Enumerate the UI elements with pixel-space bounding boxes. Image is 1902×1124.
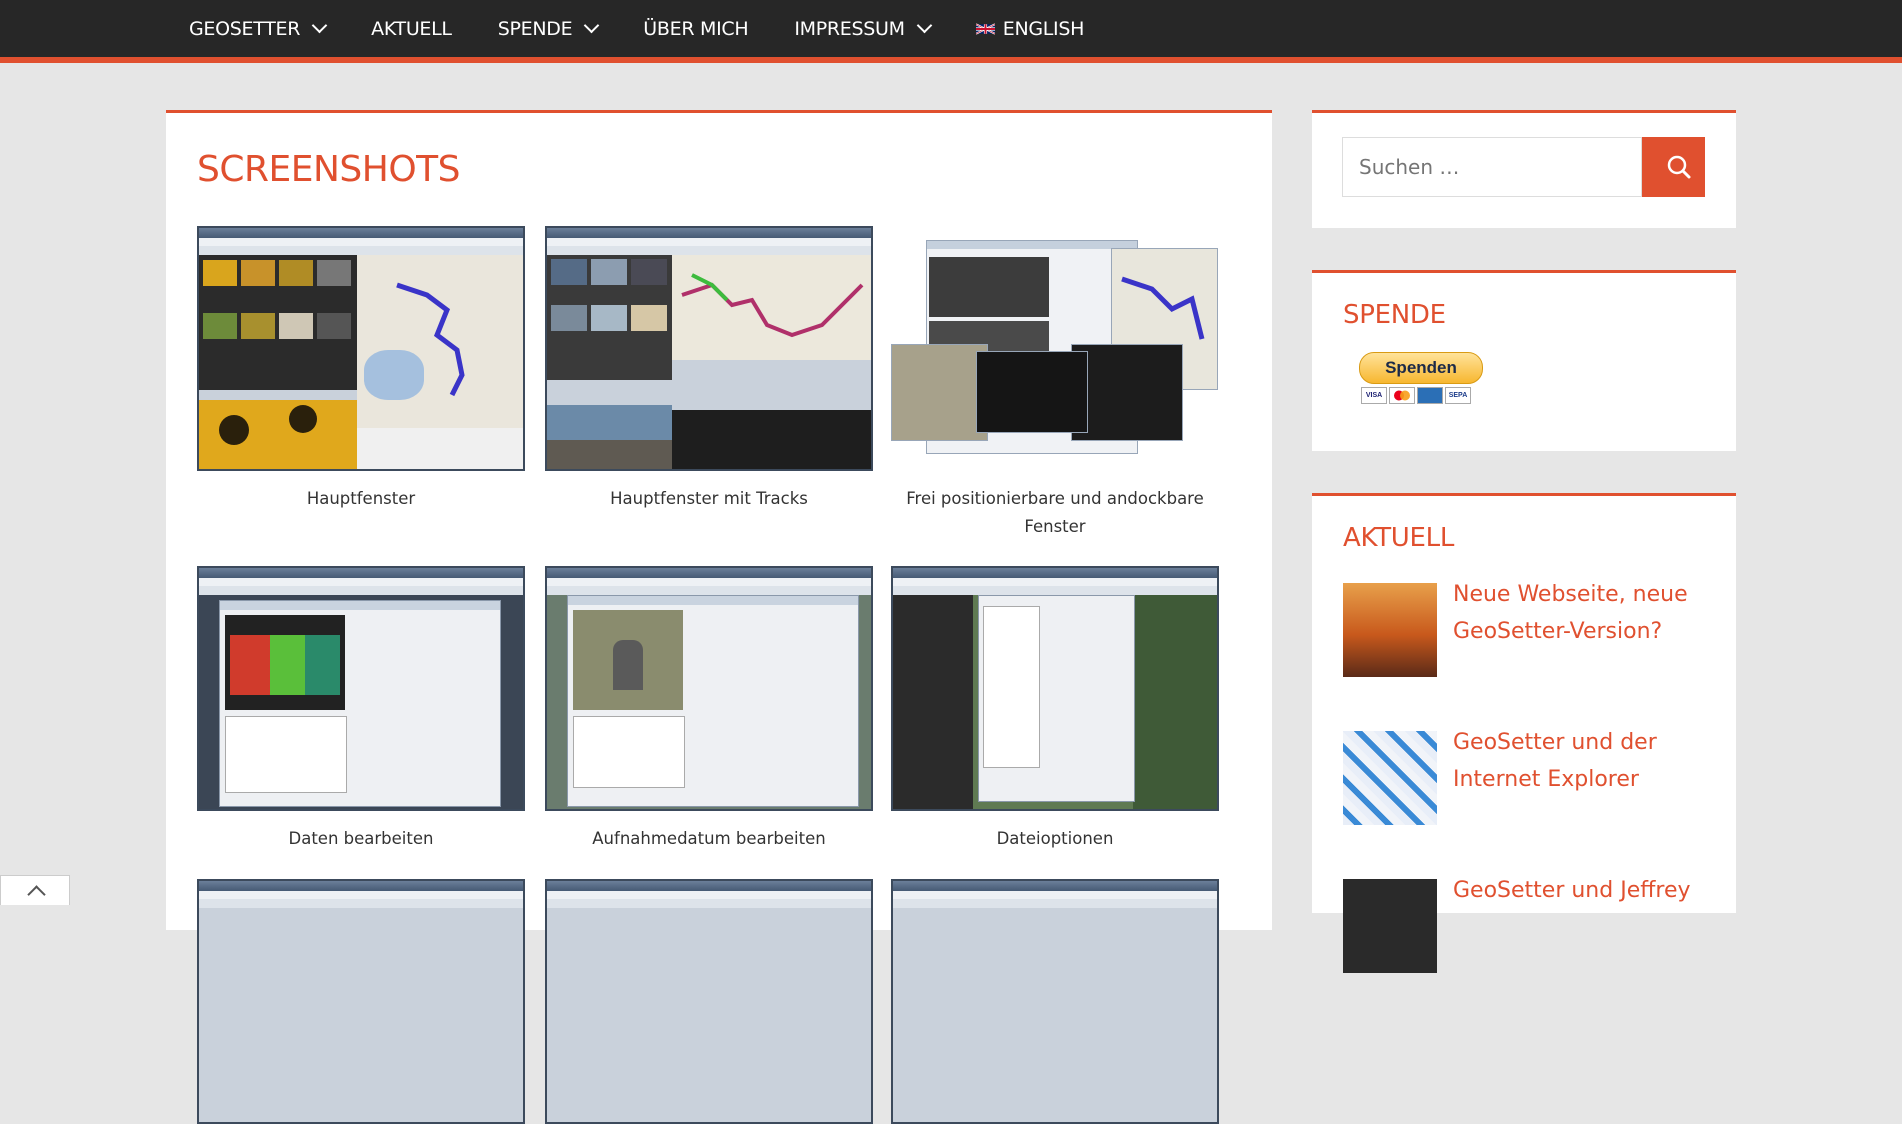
widget-title: AKTUELL	[1343, 523, 1455, 553]
nav-item-label: ÜBER MICH	[643, 17, 749, 40]
gallery-item: Hauptfenster mit Tracks	[545, 226, 873, 513]
page-title: SCREENSHOTS	[197, 149, 461, 190]
thumbnail-caption: Hauptfenster	[306, 489, 416, 508]
screenshot-thumbnail[interactable]	[891, 879, 1219, 1124]
thumbnail-caption: Frei positionierbare und andockbare Fens…	[906, 489, 1204, 536]
thumbnail-caption: Aufnahmedatum bearbeiten	[592, 829, 826, 848]
thumbnail-caption: Daten bearbeiten	[288, 829, 434, 848]
widget-title: SPENDE	[1343, 300, 1446, 330]
gallery-item	[197, 879, 525, 1124]
gallery-item: Aufnahmedatum bearbeiten	[545, 566, 873, 853]
screenshot-thumbnail[interactable]	[545, 566, 873, 811]
news-widget: AKTUELL Neue Webseite, neue GeoSetter-Ve…	[1312, 493, 1736, 973]
nav-item-label: IMPRESSUM	[794, 17, 905, 40]
screenshot-thumbnail[interactable]	[891, 566, 1219, 811]
nav-item-geosetter[interactable]: GEOSETTER	[189, 0, 328, 57]
nav-item-spende[interactable]: SPENDE	[497, 0, 600, 57]
post-thumbnail[interactable]	[1343, 879, 1437, 973]
screenshot-thumbnail[interactable]	[197, 566, 525, 811]
nav-menu: GEOSETTER AKTUELL SPENDE ÜBER MICH IMPRE…	[189, 0, 1130, 57]
search-button[interactable]	[1642, 137, 1705, 197]
chevron-up-icon	[27, 885, 46, 904]
post-thumbnail[interactable]	[1343, 583, 1437, 677]
screenshot-thumbnail[interactable]	[891, 226, 1219, 471]
chevron-down-icon	[311, 17, 328, 34]
thumbnail-caption: Hauptfenster mit Tracks	[610, 489, 808, 508]
nav-item-label: GEOSETTER	[189, 17, 301, 40]
paypal-donate-button[interactable]: Spenden VISA SEPA	[1359, 352, 1485, 407]
uk-flag-icon	[975, 22, 995, 35]
top-navigation: GEOSETTER AKTUELL SPENDE ÜBER MICH IMPRE…	[0, 0, 1902, 63]
chevron-down-icon	[584, 17, 600, 34]
donate-button-label: Spenden	[1359, 352, 1483, 384]
post-title-link[interactable]: Neue Webseite, neue GeoSetter-Version?	[1453, 576, 1703, 650]
nav-item-aktuell[interactable]: AKTUELL	[371, 0, 452, 57]
visa-card-icon: VISA	[1361, 387, 1387, 404]
amex-card-icon	[1417, 387, 1443, 404]
mastercard-icon	[1389, 387, 1415, 404]
screenshot-thumbnail[interactable]	[545, 879, 873, 1124]
gallery-item: Frei positionierbare und andockbare Fens…	[891, 226, 1219, 541]
nav-item-ueber-mich[interactable]: ÜBER MICH	[643, 0, 748, 57]
gallery-item: Hauptfenster	[197, 226, 525, 513]
chevron-down-icon	[916, 17, 933, 34]
screenshot-thumbnail[interactable]	[197, 226, 525, 471]
post-thumbnail[interactable]	[1343, 731, 1437, 825]
screenshot-thumbnail[interactable]	[197, 879, 525, 1124]
thumbnail-caption: Dateioptionen	[996, 829, 1114, 848]
nav-item-language[interactable]: ENGLISH	[975, 0, 1085, 57]
screenshot-thumbnail[interactable]	[545, 226, 873, 471]
search-icon	[1667, 155, 1691, 179]
gallery-item	[545, 879, 873, 1124]
post-title-link[interactable]: GeoSetter und der Internet Explorer	[1453, 724, 1703, 798]
search-widget	[1312, 110, 1736, 228]
nav-item-label: AKTUELL	[371, 17, 452, 40]
donate-widget: SPENDE Spenden VISA SEPA	[1312, 270, 1736, 451]
main-content: SCREENSHOTS Hauptfenster Hauptfenster mi…	[166, 110, 1272, 1124]
gallery-item: Daten bearbeiten	[197, 566, 525, 853]
sepa-icon: SEPA	[1445, 387, 1471, 404]
language-label: ENGLISH	[1002, 17, 1085, 40]
payment-cards: VISA SEPA	[1361, 387, 1485, 404]
nav-item-impressum[interactable]: IMPRESSUM	[794, 0, 933, 57]
gallery-item: Dateioptionen	[891, 566, 1219, 853]
search-input[interactable]	[1342, 137, 1642, 197]
post-title-link[interactable]: GeoSetter und Jeffrey	[1453, 872, 1703, 909]
nav-item-label: SPENDE	[497, 17, 573, 40]
scroll-to-top-button[interactable]	[0, 875, 70, 905]
gallery-item	[891, 879, 1219, 1124]
